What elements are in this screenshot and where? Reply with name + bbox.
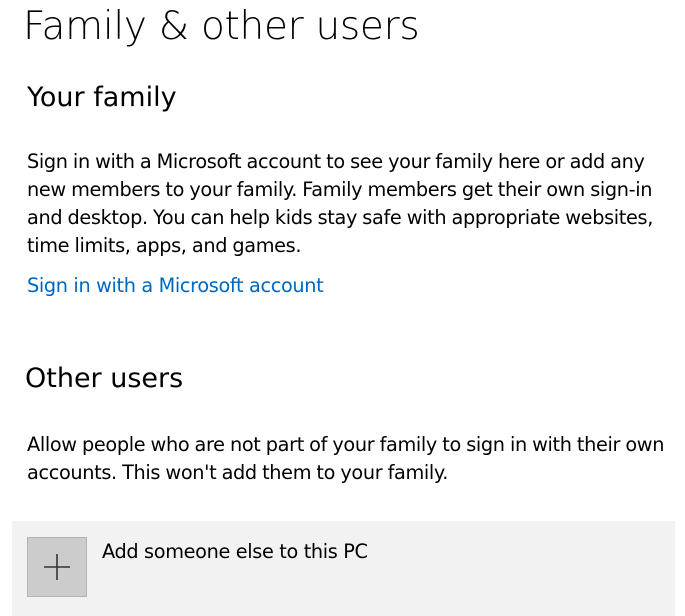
add-someone-label: Add someone else to this PC <box>102 540 368 563</box>
add-someone-button[interactable]: Add someone else to this PC <box>12 521 675 616</box>
plus-icon <box>27 537 87 597</box>
other-users-heading: Other users <box>25 363 184 394</box>
sign-in-microsoft-account-link[interactable]: Sign in with a Microsoft account <box>27 272 324 300</box>
your-family-heading: Your family <box>27 82 177 113</box>
your-family-description: Sign in with a Microsoft account to see … <box>27 150 653 257</box>
settings-page: Family & other users Your family Sign in… <box>0 0 685 616</box>
other-users-description: Allow people who are not part of your fa… <box>27 433 665 484</box>
page-title: Family & other users <box>23 4 420 49</box>
plus-icon-graphic <box>44 554 70 580</box>
